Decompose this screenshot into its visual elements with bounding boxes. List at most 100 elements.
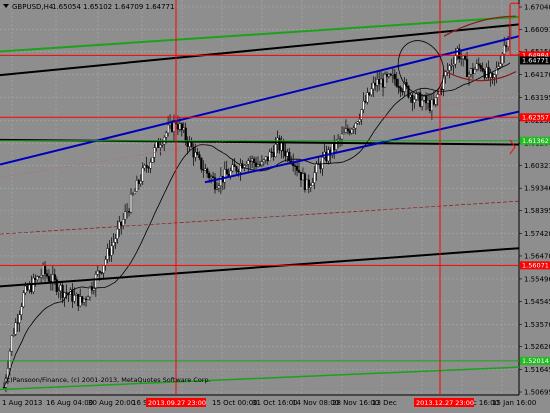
time-tick-label: 13 Dec bbox=[372, 399, 397, 407]
price-tick-label: 1.55496 bbox=[524, 275, 550, 283]
candle bbox=[321, 157, 324, 169]
time-axis: 1 Aug 201316 Aug 04:0030 Aug 20:0016 Sep… bbox=[2, 398, 536, 407]
price-tick-label: 1.52620 bbox=[524, 343, 550, 351]
candle bbox=[282, 142, 285, 152]
price-chart[interactable]: 1.670401.660911.651501.641701.631951.622… bbox=[0, 0, 550, 413]
candle bbox=[354, 123, 357, 129]
candle bbox=[499, 63, 502, 67]
price-tick-label: 1.58395 bbox=[524, 207, 550, 215]
candle bbox=[120, 221, 123, 226]
candle bbox=[325, 151, 328, 162]
candle bbox=[270, 151, 273, 153]
price-tag-label: 1.56071 bbox=[522, 262, 549, 270]
candle bbox=[311, 182, 314, 186]
candle bbox=[364, 100, 367, 103]
candle bbox=[65, 292, 68, 294]
candle bbox=[421, 99, 424, 107]
time-tick-label: 16 Aug 04:00 bbox=[46, 399, 93, 407]
candle bbox=[34, 277, 37, 280]
candle bbox=[487, 67, 490, 78]
candle bbox=[383, 73, 387, 88]
candle bbox=[147, 167, 150, 169]
candle bbox=[217, 185, 221, 189]
candle bbox=[340, 133, 344, 140]
candle bbox=[268, 151, 271, 162]
candle bbox=[452, 63, 455, 66]
candle bbox=[368, 92, 371, 96]
candle bbox=[108, 248, 111, 256]
price-tick-label: 1.51645 bbox=[524, 366, 550, 374]
candle bbox=[307, 179, 310, 188]
candle bbox=[71, 289, 74, 302]
time-tick-label: 30 Aug 20:00 bbox=[88, 399, 135, 407]
candle bbox=[161, 143, 164, 146]
candle bbox=[424, 96, 428, 104]
candle bbox=[30, 284, 33, 293]
candle bbox=[473, 69, 476, 74]
candle bbox=[61, 285, 64, 298]
price-tick-label: 1.63195 bbox=[524, 94, 550, 102]
candle bbox=[223, 169, 226, 183]
candle bbox=[319, 164, 322, 169]
candle bbox=[493, 74, 496, 78]
candle bbox=[278, 137, 281, 151]
candle bbox=[372, 82, 375, 90]
candle bbox=[125, 211, 129, 213]
candle bbox=[274, 144, 277, 157]
candle bbox=[422, 96, 426, 101]
candle bbox=[366, 92, 369, 103]
candle bbox=[79, 296, 82, 307]
candle bbox=[145, 165, 148, 168]
candle bbox=[264, 156, 267, 161]
candle bbox=[440, 88, 443, 90]
time-tick-label: 1 Aug 2013 bbox=[2, 399, 42, 407]
price-tick-label: 1.50695 bbox=[524, 389, 550, 397]
candle bbox=[151, 157, 154, 163]
candle bbox=[215, 187, 219, 190]
candle bbox=[374, 82, 377, 86]
candle bbox=[196, 152, 199, 155]
candle bbox=[483, 70, 486, 78]
candle bbox=[167, 124, 170, 134]
candle bbox=[165, 132, 168, 138]
candle bbox=[200, 157, 203, 170]
candle bbox=[94, 274, 97, 289]
candle bbox=[47, 276, 51, 282]
candle bbox=[59, 285, 62, 292]
price-tick-label: 1.60321 bbox=[524, 162, 550, 170]
candle bbox=[8, 351, 11, 369]
candle bbox=[86, 296, 90, 300]
candle bbox=[313, 172, 316, 183]
candle bbox=[114, 238, 117, 243]
candle bbox=[338, 138, 342, 140]
candle bbox=[350, 129, 353, 134]
price-tag-label: 1.52014 bbox=[522, 357, 549, 365]
candle bbox=[428, 100, 432, 111]
candle bbox=[333, 142, 336, 150]
candle bbox=[38, 276, 41, 278]
candle bbox=[24, 285, 27, 294]
candle bbox=[280, 142, 283, 151]
price-tag-label: 1.62357 bbox=[522, 114, 549, 122]
candle bbox=[411, 94, 414, 103]
price-tick-label: 1.59346 bbox=[524, 185, 550, 193]
candle bbox=[256, 164, 260, 167]
candle bbox=[389, 73, 392, 76]
candle bbox=[266, 156, 269, 162]
candle bbox=[112, 241, 115, 247]
candle bbox=[135, 180, 138, 192]
candle bbox=[401, 91, 404, 93]
candle bbox=[299, 172, 303, 181]
candle bbox=[477, 63, 480, 66]
candle bbox=[356, 121, 359, 124]
candle bbox=[231, 164, 234, 172]
candle bbox=[295, 166, 299, 171]
chart-window[interactable]: 1.670401.660911.651501.641701.631951.622… bbox=[0, 0, 550, 413]
candle bbox=[133, 191, 137, 195]
candle bbox=[63, 292, 66, 298]
candle bbox=[26, 285, 29, 291]
candle bbox=[444, 71, 447, 76]
candle bbox=[485, 67, 488, 78]
candle bbox=[303, 173, 306, 190]
chart-header-symbol: GBPUSD,H4 bbox=[12, 3, 54, 11]
